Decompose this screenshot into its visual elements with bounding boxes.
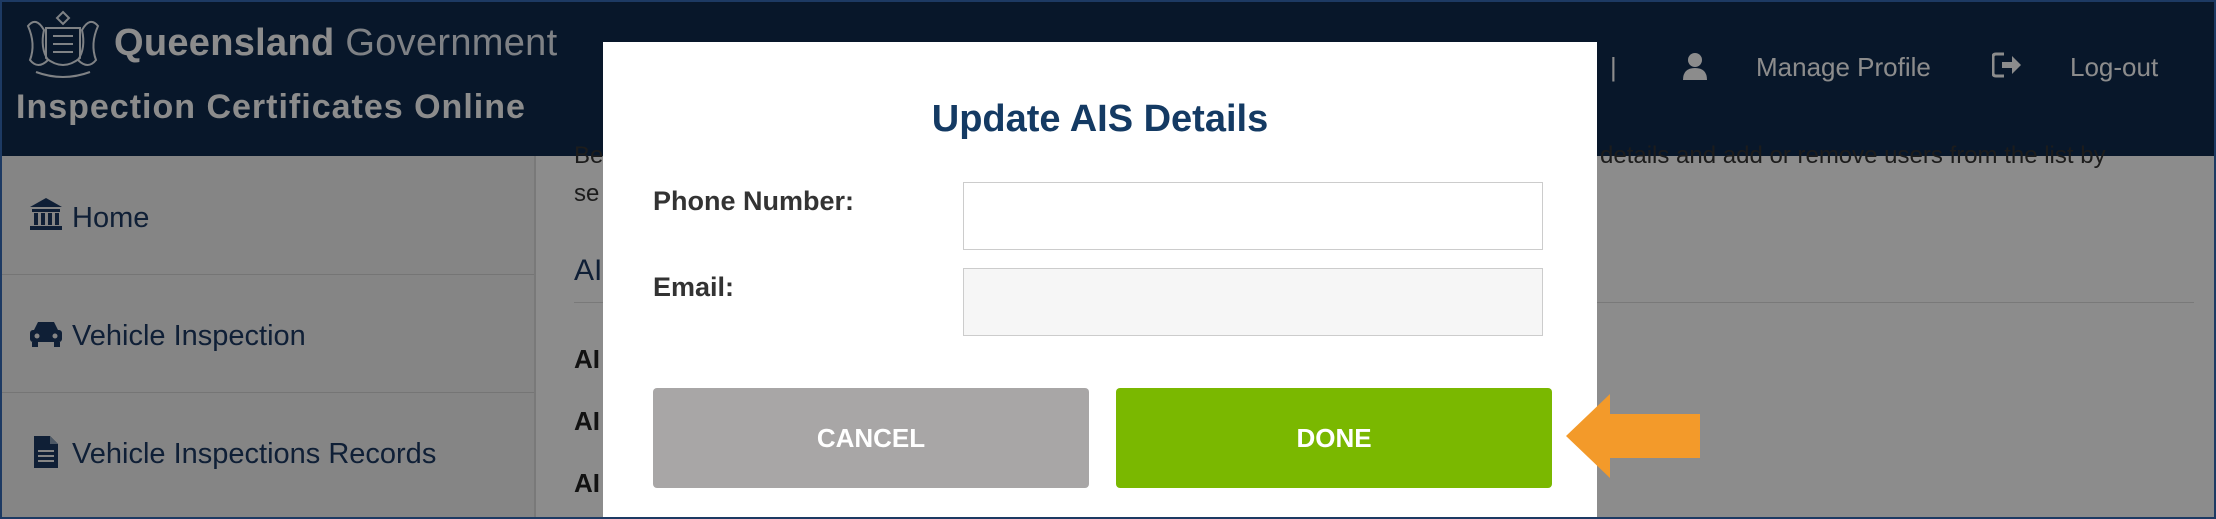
dialog-title: Update AIS Details	[931, 98, 1269, 140]
update-ais-dialog: Update AIS Details Phone Number: Email: …	[603, 42, 1597, 517]
arrow-left-icon	[1566, 394, 1700, 478]
app-window: Queensland Government Inspection Certifi…	[0, 0, 2216, 519]
phone-number-input[interactable]	[963, 182, 1543, 250]
email-label: Email:	[653, 272, 735, 302]
email-input[interactable]	[963, 268, 1543, 336]
phone-label: Phone Number:	[653, 186, 855, 216]
cancel-button[interactable]: CANCEL	[653, 388, 1089, 488]
done-button[interactable]: DONE	[1116, 388, 1552, 488]
